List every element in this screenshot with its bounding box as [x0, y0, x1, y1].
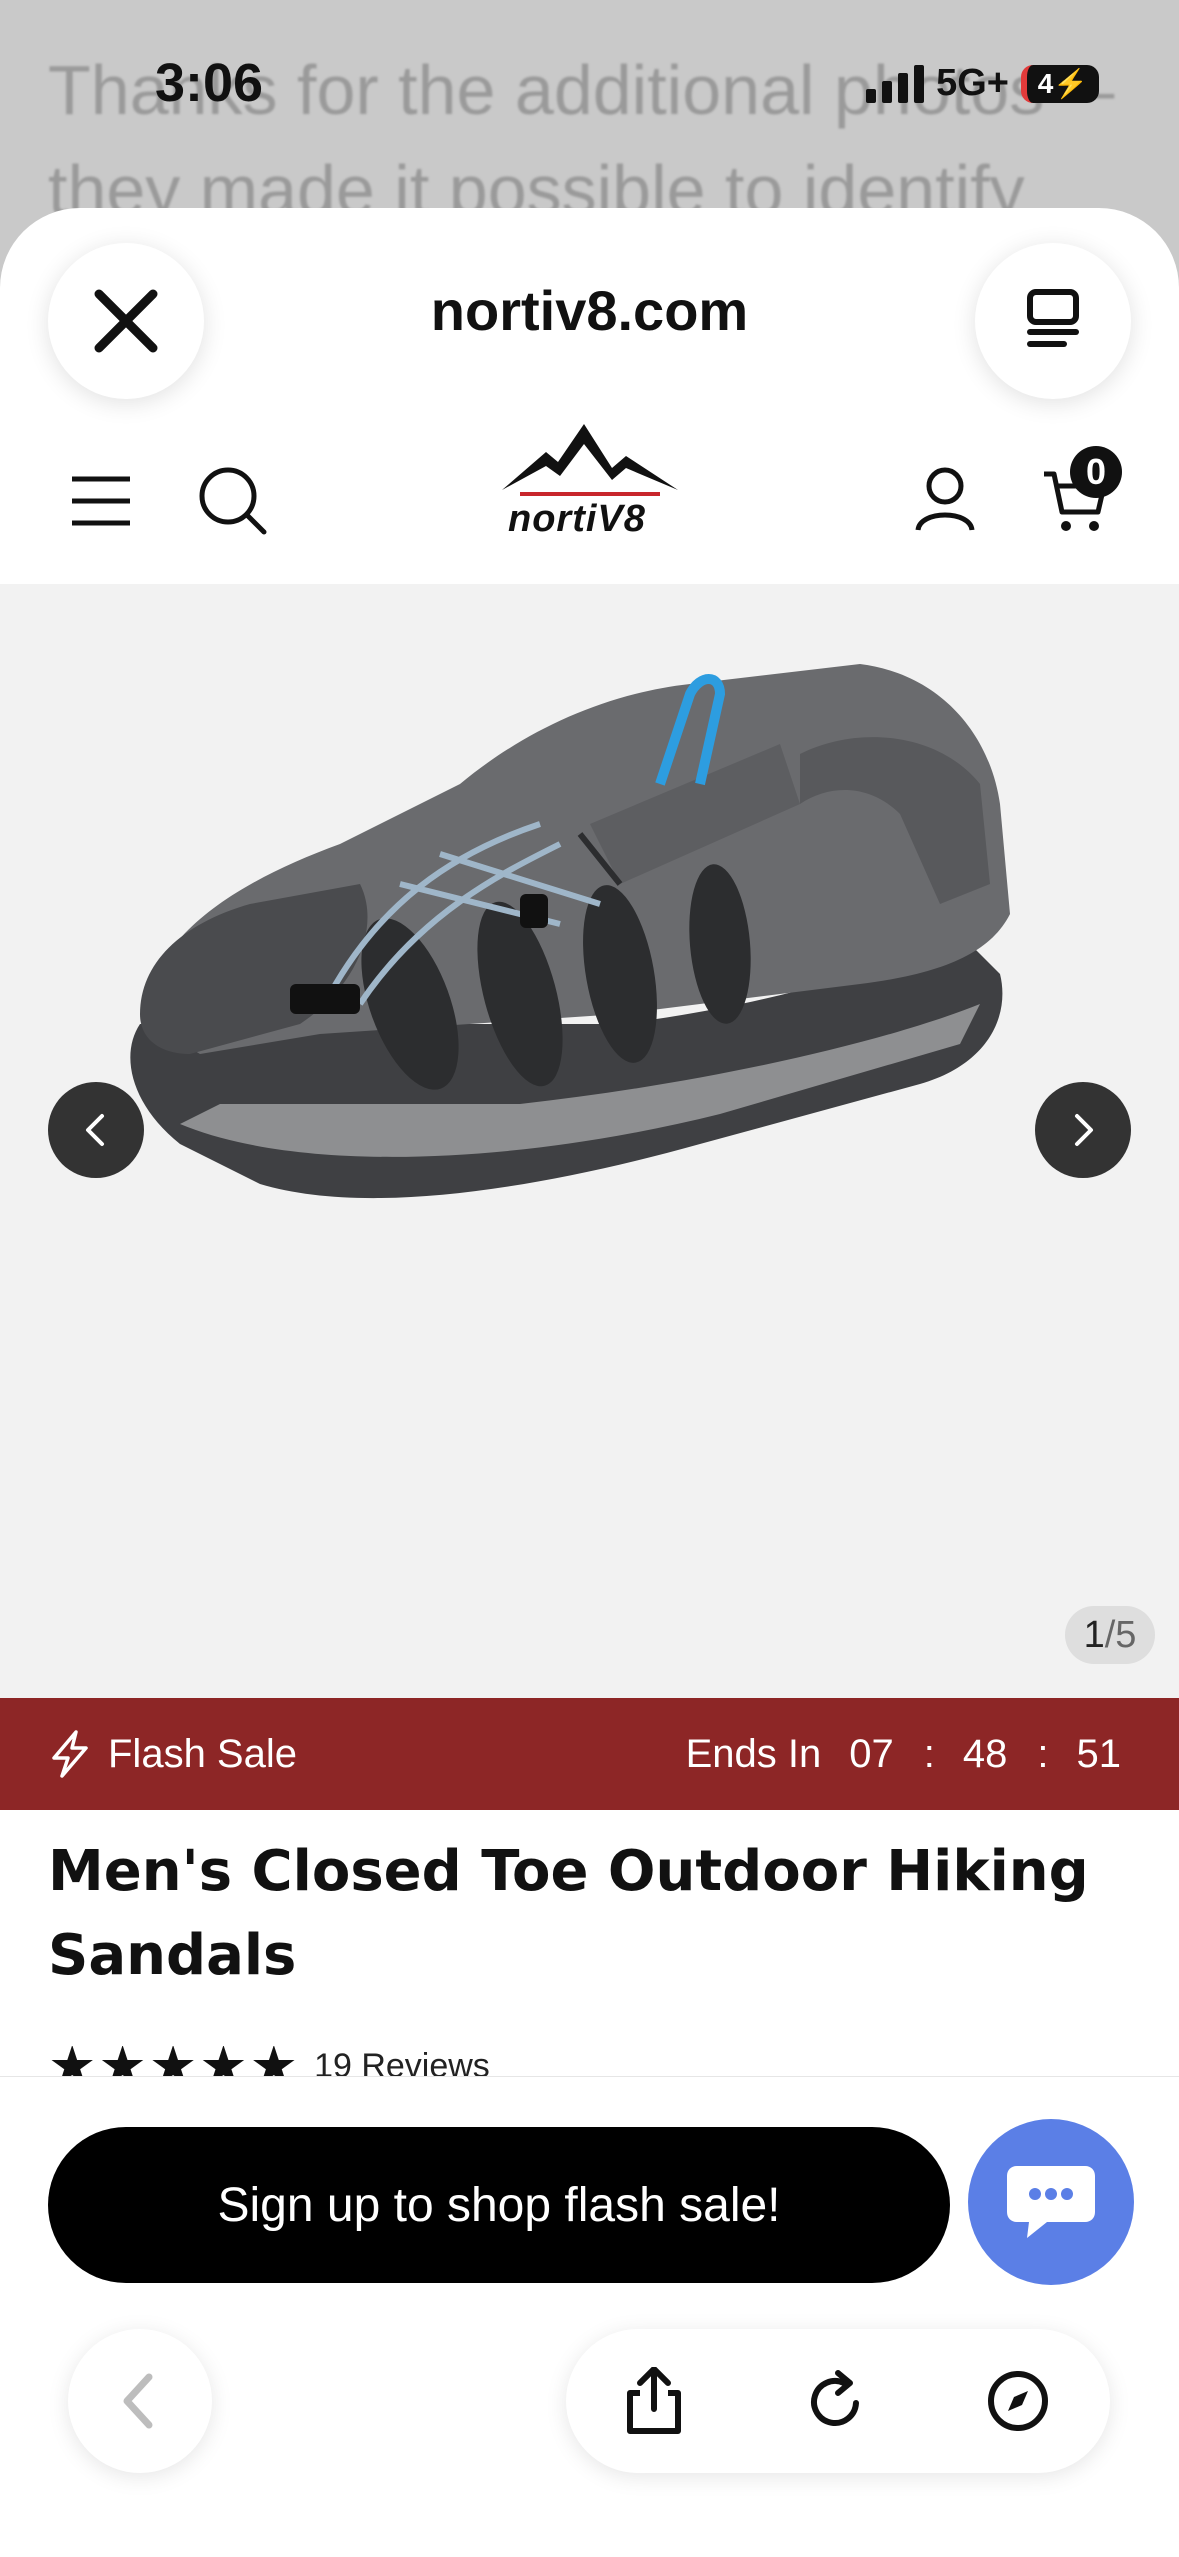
chevron-left-icon — [123, 2373, 153, 2429]
user-icon — [915, 467, 975, 531]
product-title: Men's Closed Toe Outdoor Hiking Sandals — [48, 1839, 1089, 1988]
share-icon — [627, 2367, 681, 2434]
account-button[interactable] — [912, 466, 978, 532]
status-indicators: 5G+ 4 ⚡ — [866, 62, 1099, 105]
browser-back-button[interactable] — [68, 2329, 212, 2473]
chat-button[interactable] — [968, 2119, 1134, 2285]
status-time: 3:06 — [155, 53, 264, 113]
cart-button[interactable]: 0 — [1042, 446, 1122, 534]
sheet-header: nortiv8.com — [0, 208, 1179, 408]
signal-icon — [866, 64, 925, 103]
reader-icon — [1027, 289, 1079, 347]
countdown-minutes: 48 — [962, 1731, 1008, 1776]
flash-sale-bar: Flash Sale Ends In 07 : 48 : 51 — [0, 1698, 1179, 1810]
chat-bubble-icon — [1007, 2166, 1095, 2238]
image-counter: 1/5 — [1065, 1606, 1155, 1664]
countdown-separator: : — [1037, 1731, 1049, 1776]
product-image — [130, 664, 1010, 1199]
chevron-left-icon — [86, 1114, 104, 1146]
lightning-icon — [52, 1730, 88, 1778]
status-bar: 3:06 5G+ 4 ⚡ — [0, 0, 1179, 180]
logo-text: nortiV8 — [508, 498, 646, 540]
battery-icon: 4 ⚡ — [1021, 64, 1099, 103]
image-counter-total: /5 — [1104, 1613, 1137, 1656]
battery-level: 4 — [1037, 67, 1054, 99]
gallery-prev-button[interactable] — [48, 1082, 144, 1178]
countdown-hours: 07 — [849, 1731, 894, 1776]
countdown-separator: : — [923, 1731, 935, 1776]
countdown-seconds: 51 — [1076, 1731, 1122, 1776]
compass-icon — [988, 2371, 1048, 2431]
chevron-right-icon — [1075, 1114, 1093, 1146]
gallery-next-button[interactable] — [1035, 1082, 1131, 1178]
open-in-safari-button[interactable] — [984, 2367, 1052, 2435]
browser-toolbar — [566, 2329, 1110, 2473]
countdown: Ends In 07 : 48 : 51 — [686, 1732, 1121, 1777]
search-icon — [199, 467, 267, 535]
site-logo[interactable]: nortiV8 — [500, 418, 680, 558]
signup-flash-sale-button[interactable]: Sign up to shop flash sale! — [48, 2127, 950, 2283]
product-gallery[interactable]: 1/5 — [0, 584, 1179, 1698]
share-button[interactable] — [620, 2367, 688, 2435]
cart-count-badge: 0 — [1070, 446, 1122, 498]
hamburger-icon — [72, 476, 130, 526]
image-counter-current: 1 — [1083, 1613, 1105, 1656]
search-button[interactable] — [198, 466, 268, 536]
reader-mode-button[interactable] — [975, 243, 1131, 399]
menu-button[interactable] — [70, 470, 132, 532]
flash-sale-label: Flash Sale — [108, 1731, 297, 1776]
ends-in-label: Ends In — [685, 1731, 822, 1776]
reload-button[interactable] — [802, 2367, 870, 2435]
flash-sale-label-group: Flash Sale — [46, 1730, 297, 1778]
bottom-action-area: Sign up to shop flash sale! — [0, 2076, 1179, 2557]
reload-icon — [811, 2370, 859, 2426]
network-type: 5G+ — [936, 62, 1009, 104]
